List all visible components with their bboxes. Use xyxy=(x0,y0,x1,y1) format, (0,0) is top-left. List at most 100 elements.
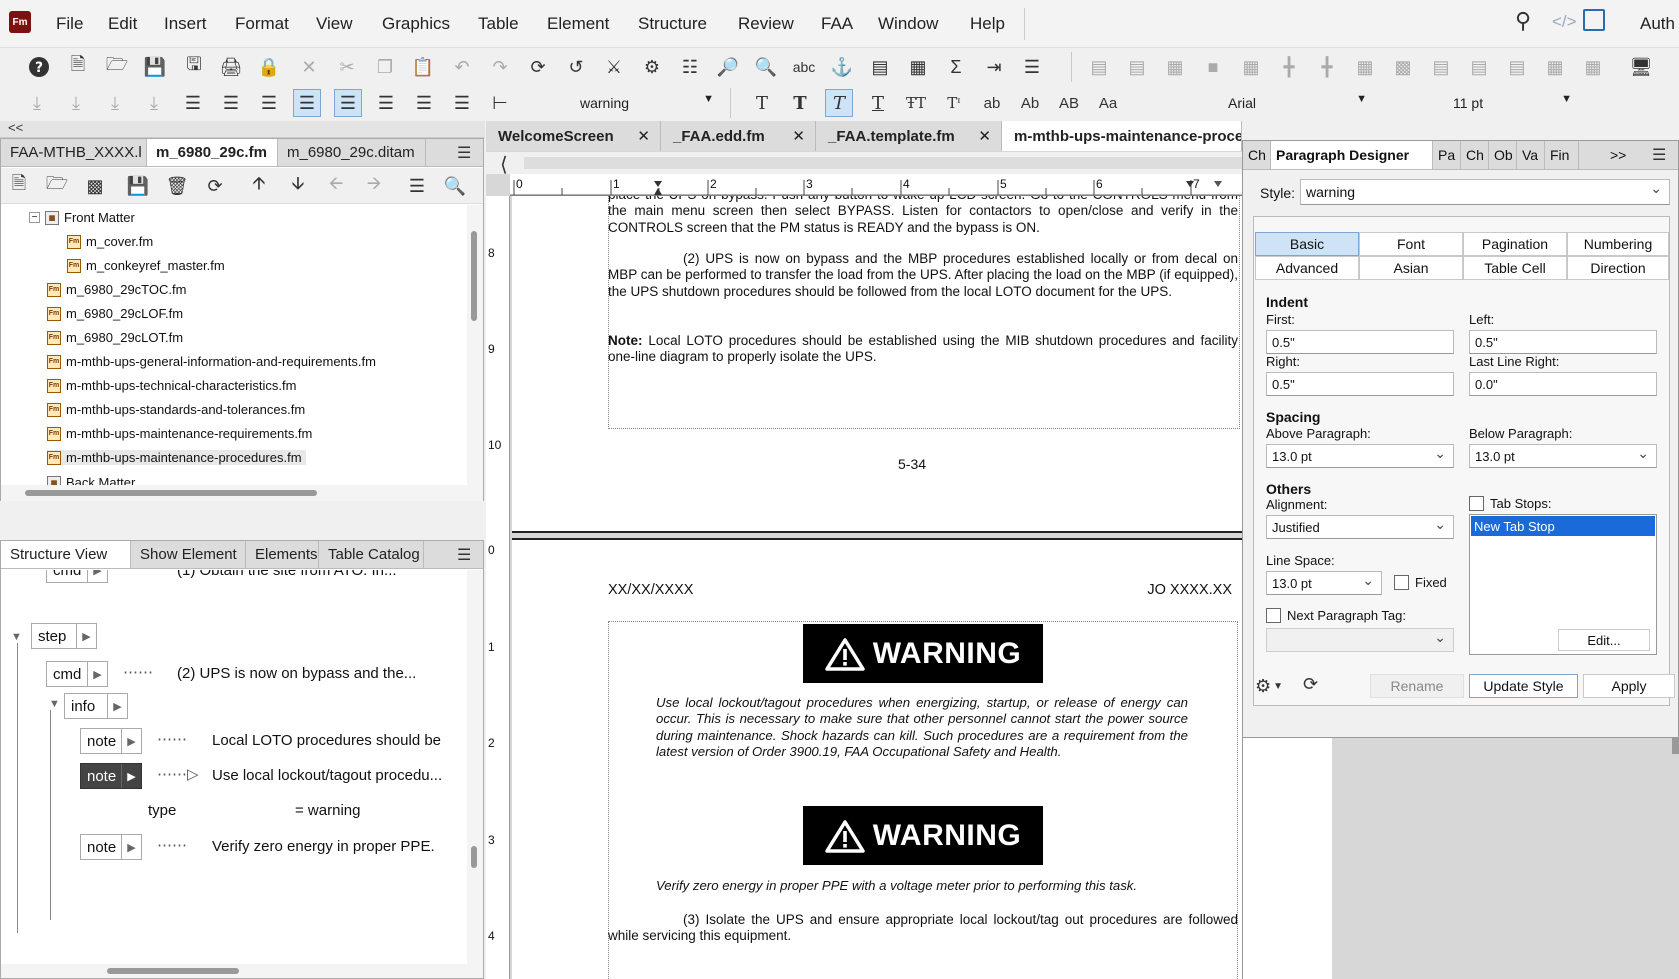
rename-button[interactable]: Rename xyxy=(1370,674,1464,698)
move-right-icon[interactable]: 🡪 xyxy=(360,172,388,200)
close-icon[interactable]: ✕ xyxy=(792,127,805,145)
align-left-icon[interactable]: ☰ xyxy=(179,89,207,117)
save-book-icon[interactable]: 💾 xyxy=(124,172,152,200)
move-down-icon[interactable]: 🡫 xyxy=(284,172,312,200)
line-space-select[interactable]: 13.0 pt xyxy=(1266,571,1382,595)
last-line-right-input[interactable]: 0.0" xyxy=(1469,372,1657,396)
tab-ditamap[interactable]: m_6980_29c.ditam xyxy=(278,139,426,166)
close-icon[interactable]: ✕ xyxy=(978,127,991,145)
repeat-icon[interactable]: ⟳ xyxy=(524,53,552,81)
conditional-text-icon[interactable]: ☷ xyxy=(676,53,704,81)
char-underline-icon[interactable]: T xyxy=(864,89,892,117)
vertical-scrollbar[interactable] xyxy=(467,205,483,485)
below-paragraph-select[interactable]: 13.0 pt xyxy=(1469,444,1657,468)
edit-tab-stop-button[interactable]: Edit... xyxy=(1558,629,1650,651)
tab-book[interactable]: FAA-MTHB_XXXX.l xyxy=(1,139,147,166)
table-straddle-icon[interactable]: ▩ xyxy=(1389,53,1417,81)
arrow-down-1-icon[interactable]: ⤓ xyxy=(23,89,51,117)
element-note-2-selected[interactable]: note ▶ xyxy=(80,763,142,789)
char-smallcaps-icon[interactable]: Aa xyxy=(1094,89,1122,117)
save-icon[interactable]: 💾 xyxy=(141,53,169,81)
tab-stops-checkbox[interactable] xyxy=(1469,496,1484,511)
char-bold-icon[interactable]: T xyxy=(786,89,814,117)
collapse-arrow-icon[interactable]: ▼ xyxy=(11,631,22,643)
redo-icon[interactable]: ↷ xyxy=(486,53,514,81)
next-paragraph-tag-select[interactable] xyxy=(1266,628,1454,652)
left-indent-input[interactable]: 0.5" xyxy=(1469,330,1657,354)
arrow-down-2-icon[interactable]: ⤓ xyxy=(62,89,90,117)
expand-arrow-icon[interactable]: ▶ xyxy=(121,764,141,788)
tab-stop-icon[interactable]: ⊢ xyxy=(486,89,514,117)
more-tabs-button[interactable]: >> xyxy=(1605,141,1633,169)
tree-item-standards[interactable]: Fm m-mthb-ups-standards-and-tolerances.fm xyxy=(47,402,305,417)
open-folder-icon[interactable]: 🗁 xyxy=(103,53,131,81)
paste-icon[interactable]: 📋 xyxy=(409,53,437,81)
horizontal-ruler[interactable]: 0 1 2 3 4 5 6 7 xyxy=(510,174,1242,196)
paragraph-step1-tail[interactable]: place the UPS on bypass. Push any button… xyxy=(608,196,1238,236)
sum-icon[interactable]: Σ xyxy=(942,53,970,81)
font-size-select[interactable]: 11 pt ▼ xyxy=(1453,90,1578,116)
subtab-table-cell[interactable]: Table Cell xyxy=(1463,256,1567,280)
add-folder-icon[interactable]: 🗁 xyxy=(43,172,71,200)
expand-arrow-icon[interactable]: ▶ xyxy=(87,570,107,582)
spacing-2-icon[interactable]: ☰ xyxy=(372,89,400,117)
list-options-icon[interactable]: ☰ xyxy=(403,172,431,200)
menu-edit[interactable]: Edit xyxy=(108,14,137,34)
delete-icon[interactable]: ✕ xyxy=(295,53,323,81)
expand-arrow-icon[interactable]: ▶ xyxy=(121,729,141,753)
add-component-icon[interactable]: ▩ xyxy=(81,172,109,200)
tab-table-catalog[interactable]: Table Catalog xyxy=(319,541,424,568)
vertical-scrollbar[interactable] xyxy=(467,570,483,964)
add-file-icon[interactable]: 🗎 xyxy=(5,172,33,200)
table-add-icon[interactable]: ╋ xyxy=(1313,53,1341,81)
font-family-select[interactable]: Arial ▼ xyxy=(1228,90,1373,116)
menu-help[interactable]: Help xyxy=(970,14,1005,34)
save-as-icon[interactable]: 🖫 xyxy=(180,53,208,81)
element-note-1[interactable]: note ▶ xyxy=(80,728,142,754)
menu-structure[interactable]: Structure xyxy=(638,14,707,34)
copy-icon[interactable]: ❐ xyxy=(371,53,399,81)
screen-icon[interactable]: 🖥 xyxy=(1627,53,1655,81)
subtab-font[interactable]: Font xyxy=(1359,232,1463,256)
cut-icon[interactable]: ✂ xyxy=(333,53,361,81)
tab-ch[interactable]: Ch xyxy=(1461,141,1489,169)
refresh-icon[interactable]: ⟳ xyxy=(1303,674,1318,695)
horizontal-scrollbar[interactable] xyxy=(1,485,483,501)
tree-item-front-matter[interactable]: − ▦ Front Matter xyxy=(29,210,135,225)
subtab-pagination[interactable]: Pagination xyxy=(1463,232,1567,256)
tree-item-general-info[interactable]: Fm m-mthb-ups-general-information-and-req… xyxy=(47,354,376,369)
tab-m6980-fm[interactable]: m_6980_29c.fm xyxy=(147,139,278,166)
paragraph-step3[interactable]: (3) Isolate the UPS and ensure appropria… xyxy=(608,912,1238,945)
update-book-icon[interactable]: ⟳ xyxy=(201,172,229,200)
menu-faa[interactable]: FAA xyxy=(821,14,853,34)
menu-element[interactable]: Element xyxy=(547,14,609,34)
char-uppercase-icon[interactable]: AB xyxy=(1055,89,1083,117)
menu-graphics[interactable]: Graphics xyxy=(382,14,450,34)
tab-ob[interactable]: Ob xyxy=(1489,141,1517,169)
chevron-left-icon[interactable]: ⟨ xyxy=(500,152,508,177)
scrollbar-thumb[interactable] xyxy=(471,846,477,868)
first-indent-input[interactable]: 0.5" xyxy=(1266,330,1454,354)
char-italic-icon[interactable]: T xyxy=(825,89,853,117)
attribute-value[interactable]: = warning xyxy=(295,802,360,819)
close-icon[interactable]: ✕ xyxy=(637,127,650,145)
style-select[interactable]: warning xyxy=(1300,179,1670,205)
vertical-scrollbar[interactable] xyxy=(1672,738,1679,754)
char-superscript-icon[interactable]: Tᶦ xyxy=(940,89,968,117)
table-merge-icon[interactable]: ▦ xyxy=(1237,53,1265,81)
next-paragraph-tag-checkbox[interactable] xyxy=(1266,608,1281,623)
menu-review[interactable]: Review xyxy=(738,14,794,34)
menu-window[interactable]: Window xyxy=(878,14,938,34)
book-search-icon[interactable]: 🔍 xyxy=(441,172,469,200)
scrollbar-thumb[interactable] xyxy=(25,490,317,496)
tab-elements[interactable]: Elements xyxy=(246,541,319,568)
table-heading-icon[interactable]: ▤ xyxy=(1427,53,1455,81)
table-split-icon[interactable]: ╋ xyxy=(1275,53,1303,81)
paragraph-tag-select[interactable]: warning ▼ xyxy=(580,90,720,116)
tree-item-back-matter[interactable]: ▦ Back Matter xyxy=(47,475,135,485)
delete-book-item-icon[interactable]: 🗑 xyxy=(163,172,191,200)
lock-icon[interactable]: 🔒 xyxy=(255,53,283,81)
alignment-select[interactable]: Justified xyxy=(1266,515,1454,539)
table-grid-icon[interactable]: ▦ xyxy=(1541,53,1569,81)
expand-arrow-icon[interactable]: ▶ xyxy=(76,624,96,648)
